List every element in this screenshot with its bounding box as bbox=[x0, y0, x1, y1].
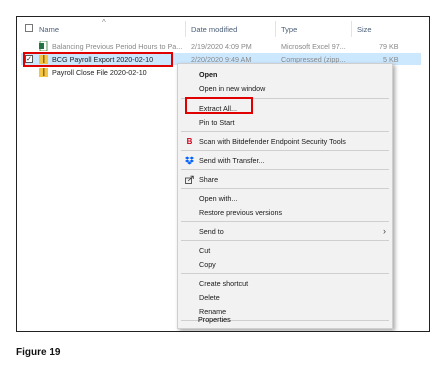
column-divider[interactable] bbox=[351, 21, 352, 37]
menu-divider bbox=[181, 131, 389, 132]
column-header-row: ^ Name Date modified Type Size bbox=[17, 17, 429, 39]
menu-item-pin-to-start[interactable]: Pin to Start bbox=[178, 116, 392, 129]
column-size[interactable]: Size bbox=[357, 25, 372, 34]
explorer-window: ^ Name Date modified Type Size Balancing… bbox=[16, 16, 430, 332]
file-date: 2/19/2020 4:09 PM bbox=[191, 42, 252, 51]
file-row[interactable]: Balancing Previous Period Hours to Pa...… bbox=[21, 40, 421, 52]
menu-divider bbox=[181, 240, 389, 241]
menu-item-open[interactable]: Open bbox=[178, 68, 392, 81]
menu-item-send-with-transfer[interactable]: Send with Transfer... bbox=[178, 154, 392, 167]
menu-divider bbox=[181, 221, 389, 222]
menu-item-properties[interactable]: Properties bbox=[177, 313, 393, 326]
submenu-arrow-icon: › bbox=[383, 226, 386, 236]
menu-item-copy[interactable]: Copy bbox=[178, 258, 392, 271]
figure-caption: Figure 19 bbox=[16, 347, 61, 358]
column-type[interactable]: Type bbox=[281, 25, 297, 34]
menu-item-delete[interactable]: Delete bbox=[178, 291, 392, 304]
select-all-checkbox[interactable] bbox=[25, 24, 33, 32]
menu-divider bbox=[181, 169, 389, 170]
menu-divider bbox=[181, 273, 389, 274]
menu-divider bbox=[181, 188, 389, 189]
column-divider[interactable] bbox=[275, 21, 276, 37]
menu-item-restore-previous[interactable]: Restore previous versions bbox=[178, 206, 392, 219]
file-name: Balancing Previous Period Hours to Pa... bbox=[52, 42, 183, 51]
menu-item-cut[interactable]: Cut bbox=[178, 244, 392, 257]
file-type: Microsoft Excel 97... bbox=[281, 42, 346, 51]
sort-caret-icon: ^ bbox=[102, 18, 106, 27]
highlight-box-selected-file bbox=[23, 52, 173, 67]
menu-item-scan[interactable]: B Scan with Bitdefender Endpoint Securit… bbox=[178, 135, 392, 148]
column-date-modified[interactable]: Date modified bbox=[191, 25, 237, 34]
menu-item-open-new-window[interactable]: Open in new window bbox=[178, 82, 392, 95]
dropbox-icon bbox=[185, 156, 194, 165]
menu-item-open-with[interactable]: Open with... bbox=[178, 192, 392, 205]
file-name: Payroll Close File 2020-02-10 bbox=[52, 68, 147, 77]
file-size: 79 KB bbox=[379, 42, 399, 51]
menu-item-send-to[interactable]: Send to › bbox=[178, 225, 392, 238]
column-divider[interactable] bbox=[185, 21, 186, 37]
column-name[interactable]: Name bbox=[39, 25, 59, 34]
excel-file-icon bbox=[39, 41, 48, 51]
highlight-box-extract-all bbox=[185, 97, 253, 114]
bitdefender-icon: B bbox=[186, 137, 193, 146]
share-icon bbox=[185, 175, 194, 184]
menu-item-create-shortcut[interactable]: Create shortcut bbox=[178, 277, 392, 290]
zip-folder-icon bbox=[39, 68, 48, 77]
menu-divider bbox=[181, 150, 389, 151]
menu-item-share[interactable]: Share bbox=[178, 173, 392, 186]
